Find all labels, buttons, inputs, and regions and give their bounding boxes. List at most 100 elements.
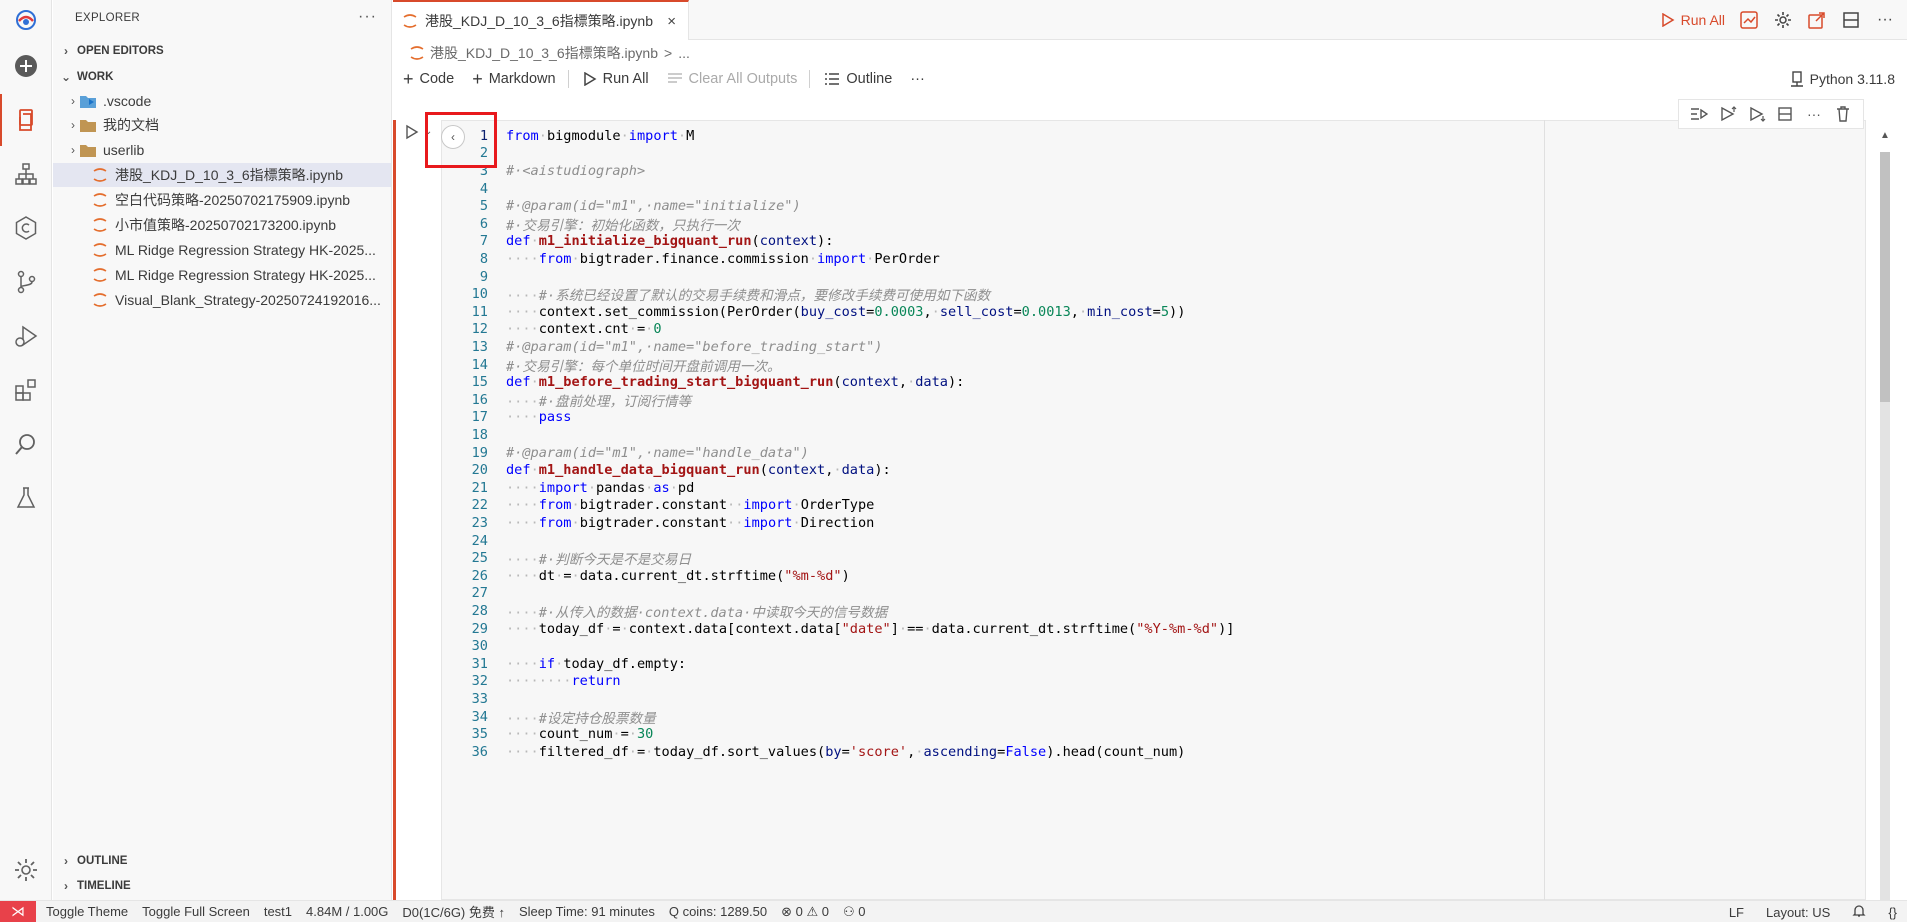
- code-line[interactable]: 19 #·@param(id="m1",·name="handle_data"): [442, 444, 809, 462]
- code-line[interactable]: 6 #·交易引擎：初始化函数，只执行一次: [442, 215, 740, 234]
- hierarchy-icon[interactable]: [0, 148, 52, 200]
- open-editors-section[interactable]: › OPEN EDITORS: [59, 40, 164, 62]
- code-line[interactable]: 28 ····#·从传入的数据·context.data·中读取今天的信号数据: [442, 602, 888, 621]
- share-icon[interactable]: [1807, 10, 1827, 30]
- add-icon[interactable]: [0, 40, 52, 92]
- tree-item-notebook-active[interactable]: 港股_KDJ_D_10_3_6指標策略.ipynb: [53, 163, 391, 187]
- extensions-icon[interactable]: [0, 364, 52, 416]
- more-icon[interactable]: ···: [1804, 104, 1824, 124]
- code-line[interactable]: 31 ····if·today_df.empty:: [442, 655, 686, 673]
- split-cell-icon[interactable]: [1775, 104, 1795, 124]
- tree-item-notebook[interactable]: ML Ridge Regression Strategy HK-2025...: [53, 263, 391, 287]
- explorer-more-icon[interactable]: ···: [358, 8, 377, 26]
- work-section[interactable]: ⌄ WORK: [59, 66, 113, 88]
- eol-indicator[interactable]: LF: [1729, 905, 1744, 920]
- keyboard-layout[interactable]: Layout: US: [1766, 905, 1830, 920]
- code-editor[interactable]: 1 from·bigmodule·import·M 2 3 #·<aistudiogra…: [441, 120, 1866, 900]
- code-line[interactable]: 29 ····today_df·=·context.data[context.da…: [442, 620, 1235, 638]
- explorer-icon[interactable]: [0, 94, 52, 146]
- code-line[interactable]: 27: [442, 585, 488, 603]
- code-line[interactable]: 34 ····#设定持仓股票数量: [442, 708, 656, 727]
- close-icon[interactable]: ×: [667, 13, 676, 30]
- breadcrumb-file[interactable]: 港股_KDJ_D_10_3_6指標策略.ipynb: [430, 43, 658, 63]
- settings-gear-icon[interactable]: [0, 844, 52, 896]
- flask-icon[interactable]: [0, 472, 52, 524]
- code-line[interactable]: 5 #·@param(id="m1",·name="initialize"): [442, 197, 801, 215]
- run-debug-icon[interactable]: [0, 310, 52, 362]
- app-logo-icon[interactable]: [0, 0, 52, 40]
- sleep-time[interactable]: Sleep Time: 91 minutes: [519, 904, 655, 919]
- ports-indicator[interactable]: ⚇ 0: [843, 904, 866, 920]
- add-code-button[interactable]: + Code: [403, 69, 454, 90]
- toggle-theme-button[interactable]: Toggle Theme: [46, 904, 128, 919]
- run-cell-icon[interactable]: [405, 124, 419, 143]
- source-control-icon[interactable]: [0, 256, 52, 308]
- toggle-fullscreen-button[interactable]: Toggle Full Screen: [142, 904, 250, 919]
- code-line[interactable]: 17 ····pass: [442, 409, 572, 427]
- code-line[interactable]: 26 ····dt·=·data.current_dt.strftime("%m-…: [442, 567, 850, 585]
- disk-usage[interactable]: D0(1C/6G) 免费 ↑: [402, 902, 505, 921]
- vertical-scrollbar[interactable]: ▲: [1880, 130, 1890, 902]
- code-line[interactable]: 23 ····from·bigtrader.constant··import·Di…: [442, 514, 875, 532]
- toolbar-more-icon[interactable]: ···: [910, 71, 925, 87]
- user-name[interactable]: test1: [264, 904, 292, 919]
- search-icon[interactable]: [0, 418, 52, 470]
- outline-button[interactable]: Outline: [824, 71, 892, 87]
- bell-icon[interactable]: [1852, 904, 1866, 921]
- trash-icon[interactable]: [1833, 104, 1853, 124]
- timeline-section[interactable]: › TIMELINE: [59, 875, 131, 897]
- add-markdown-button[interactable]: + Markdown: [472, 69, 555, 90]
- breadcrumb-more[interactable]: ...: [678, 45, 690, 61]
- code-line[interactable]: 15 def·m1_before_trading_start_bigquant_r…: [442, 373, 965, 391]
- more-actions-icon[interactable]: ···: [1875, 10, 1895, 30]
- code-line[interactable]: 21 ····import·pandas·as·pd: [442, 479, 695, 497]
- remote-indicator-icon[interactable]: ⋊: [0, 900, 36, 922]
- code-line[interactable]: 35 ····count_num·=·30: [442, 725, 654, 743]
- memory-usage[interactable]: 4.84M / 1.00G: [306, 904, 388, 919]
- code-line[interactable]: 7 def·m1_initialize_bigquant_run(context)…: [442, 233, 834, 251]
- code-line[interactable]: 18: [442, 426, 488, 444]
- kernel-picker[interactable]: Python 3.11.8: [1790, 66, 1895, 92]
- outline-section[interactable]: › OUTLINE: [59, 850, 127, 872]
- code-line[interactable]: 8 ····from·bigtrader.finance.commission·i…: [442, 250, 940, 268]
- problems-indicator[interactable]: ⊗ 0 ⚠ 0: [781, 904, 829, 920]
- code-line[interactable]: 25 ····#·判断今天是不是交易日: [442, 549, 691, 568]
- tab-notebook[interactable]: 港股_KDJ_D_10_3_6指標策略.ipynb ×: [393, 0, 689, 40]
- code-line[interactable]: 10 ····#·系统已经设置了默认的交易手续费和滑点，要修改手续费可使用如下函数: [442, 285, 991, 304]
- gear-icon[interactable]: [1773, 10, 1793, 30]
- scroll-up-icon[interactable]: ▲: [1880, 130, 1890, 141]
- code-line[interactable]: 24: [442, 532, 488, 550]
- run-all-top-button[interactable]: Run All: [1661, 12, 1725, 28]
- code-line[interactable]: 22 ····from·bigtrader.constant··import·Or…: [442, 497, 875, 515]
- tree-item-my-docs[interactable]: › 我的文档: [53, 113, 391, 137]
- code-line[interactable]: 12 ····context.cnt·=·0: [442, 321, 662, 339]
- code-line[interactable]: 14 #·交易引擎：每个单位时间开盘前调用一次。: [442, 356, 781, 375]
- code-line[interactable]: 33: [442, 690, 488, 708]
- tree-item-notebook[interactable]: ML Ridge Regression Strategy HK-2025...: [53, 238, 391, 262]
- clear-all-outputs-button[interactable]: Clear All Outputs: [667, 71, 797, 87]
- code-line[interactable]: 20 def·m1_handle_data_bigquant_run(contex…: [442, 461, 891, 479]
- copyright-hex-icon[interactable]: [0, 202, 52, 254]
- code-line[interactable]: 13 #·@param(id="m1",·name="before_trading…: [442, 338, 883, 356]
- tree-item-notebook[interactable]: 小市值策略-20250702173200.ipynb: [53, 213, 391, 237]
- code-line[interactable]: 9: [442, 268, 488, 286]
- code-line[interactable]: 30: [442, 637, 488, 655]
- code-line[interactable]: 36 ····filtered_df·=·today_df.sort_values…: [442, 743, 1186, 761]
- code-line[interactable]: 11 ····context.set_commission(PerOrder(bu…: [442, 303, 1186, 321]
- execute-below-icon[interactable]: [1747, 104, 1767, 124]
- tree-item-notebook[interactable]: 空白代码策略-20250702175909.ipynb: [53, 188, 391, 212]
- code-line[interactable]: 4: [442, 180, 488, 198]
- language-braces[interactable]: {}: [1888, 905, 1897, 920]
- code-line[interactable]: 16 ····#·盘前处理，订阅行情等: [442, 391, 691, 410]
- run-all-button[interactable]: Run All: [583, 71, 649, 87]
- tree-item-vscode[interactable]: › .vscode: [53, 89, 391, 113]
- coins-balance[interactable]: Q coins: 1289.50: [669, 904, 767, 919]
- execute-above-icon[interactable]: [1718, 104, 1738, 124]
- chart-icon[interactable]: [1739, 10, 1759, 30]
- code-line[interactable]: 32 ········return: [442, 673, 621, 691]
- tree-item-notebook[interactable]: Visual_Blank_Strategy-20250724192016...: [53, 288, 391, 312]
- split-editor-icon[interactable]: [1841, 10, 1861, 30]
- tree-item-userlib[interactable]: › userlib: [53, 138, 391, 162]
- run-by-line-icon[interactable]: [1689, 104, 1709, 124]
- scrollbar-thumb[interactable]: [1880, 152, 1890, 402]
